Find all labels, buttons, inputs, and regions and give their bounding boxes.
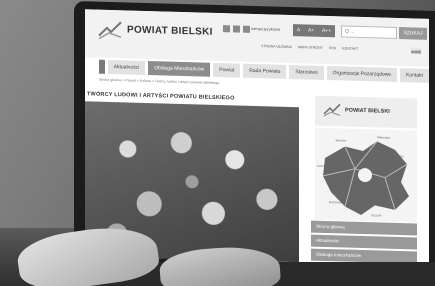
nav-item-organizacje[interactable]: Organizacje Pozarządowe bbox=[326, 66, 398, 82]
sitemap-icon[interactable] bbox=[243, 25, 250, 33]
sidebar-logo-icon bbox=[323, 103, 341, 117]
nav-item-starostwo[interactable]: Starostwo bbox=[289, 64, 324, 80]
sidebar-item-home[interactable]: Strona główna bbox=[311, 220, 417, 236]
nav-item-powiat[interactable]: Powiat bbox=[213, 62, 241, 78]
nav-item-kontakt[interactable]: Kontakt bbox=[400, 68, 429, 83]
browser-screen: POWIAT BIELSKI wersja językowa A A+ A++ … bbox=[85, 9, 429, 266]
county-map-shape bbox=[322, 141, 409, 215]
map-label: Szczyrk bbox=[371, 213, 382, 218]
sidebar-menu: Strona główna Aktualności Obsługa mieszk… bbox=[311, 220, 417, 266]
sidebar-logo-box[interactable]: POWIAT BIELSKI bbox=[315, 95, 417, 129]
breadcrumb[interactable]: Strona główna > Powiat > Kultura > Twórc… bbox=[99, 78, 219, 85]
sidebar-item-news[interactable]: Aktualności bbox=[311, 234, 417, 250]
map-label: Kozy bbox=[397, 153, 404, 159]
article-title: TWÓRCY LUDOWI I ARTYŚCI POWIATU BIELSKIE… bbox=[87, 91, 235, 102]
map-label: Buczkowice bbox=[329, 200, 345, 205]
search-input[interactable] bbox=[341, 25, 397, 39]
nav-item-obsluga[interactable]: Obsługa Mieszkańców bbox=[148, 61, 211, 77]
font-size-xlarge-button[interactable]: A++ bbox=[322, 28, 331, 34]
top-link-rss[interactable]: RSS bbox=[329, 46, 336, 50]
top-link-home[interactable]: STRONA GŁÓWNA bbox=[261, 44, 292, 49]
utility-icons bbox=[223, 25, 250, 33]
language-select[interactable]: wersja językowa bbox=[251, 26, 280, 32]
top-link-sitemap[interactable]: MAPA STRONY bbox=[298, 45, 323, 50]
font-size-normal-button[interactable]: A bbox=[297, 27, 300, 33]
top-link-contact[interactable]: KONTAKT bbox=[342, 46, 358, 50]
map-label: Jaworze bbox=[335, 138, 347, 143]
county-map[interactable]: Jaworze Wilkowice Kozy Czechowice-Dziedz… bbox=[315, 127, 417, 223]
powiat-logo-icon[interactable] bbox=[97, 20, 123, 41]
accessibility-controls: A A+ A++ bbox=[293, 24, 335, 38]
print-icon[interactable] bbox=[223, 25, 230, 33]
font-size-large-button[interactable]: A+ bbox=[308, 27, 314, 33]
site-header: POWIAT BIELSKI wersja językowa A A+ A++ … bbox=[85, 9, 429, 67]
nav-item-aktualnosci[interactable]: Aktualności bbox=[107, 59, 146, 75]
map-label: Wilkowice bbox=[377, 135, 391, 140]
search-button[interactable]: SZUKAJ bbox=[399, 27, 427, 40]
map-label: Czechowice-Dziedzice bbox=[317, 163, 348, 169]
nav-item-rada[interactable]: Rada Powiatu bbox=[243, 63, 287, 79]
site-title[interactable]: POWIAT BIELSKI bbox=[127, 24, 213, 37]
bip-icon[interactable] bbox=[233, 25, 240, 33]
sidebar-logo-text: POWIAT BIELSKI bbox=[345, 107, 390, 115]
flag-icon[interactable] bbox=[411, 47, 421, 54]
map-label: Jasienica bbox=[379, 187, 392, 192]
top-links: STRONA GŁÓWNA MAPA STRONY RSS KONTAKT bbox=[261, 44, 358, 51]
nav-home-icon[interactable] bbox=[99, 59, 105, 74]
